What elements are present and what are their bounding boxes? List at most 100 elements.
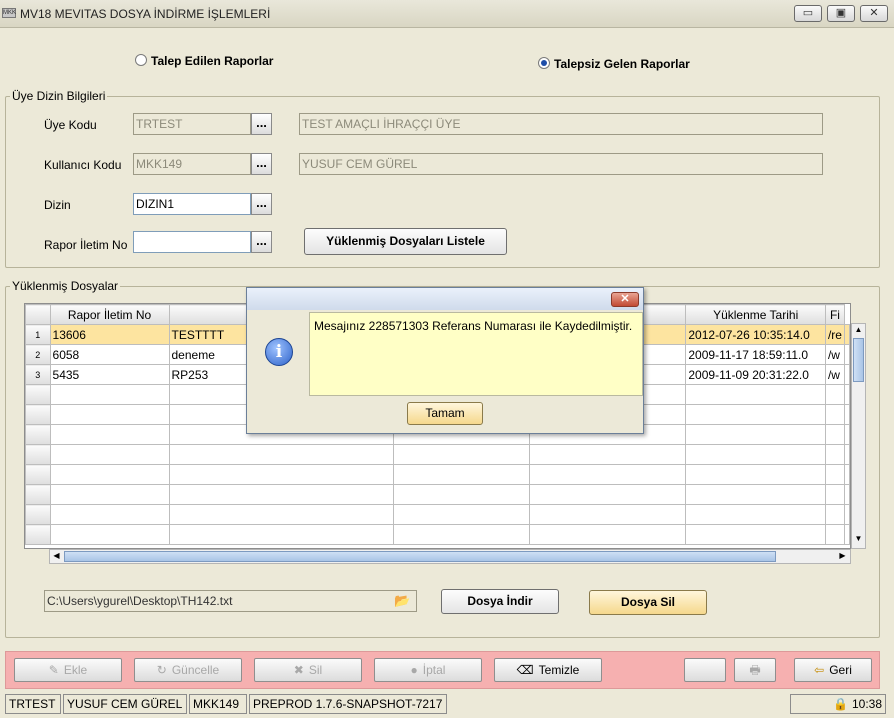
table-cell[interactable] bbox=[49, 424, 170, 445]
member-code-label: Üye Kodu bbox=[44, 118, 97, 132]
table-cell[interactable]: 2012-07-26 10:35:14.0 bbox=[685, 324, 826, 345]
table-cell[interactable] bbox=[685, 484, 826, 505]
table-cell[interactable] bbox=[844, 424, 850, 445]
empty-table-row[interactable] bbox=[25, 484, 850, 505]
table-cell[interactable] bbox=[528, 484, 687, 505]
table-cell[interactable] bbox=[824, 424, 846, 445]
scroll-up-icon[interactable]: ▲ bbox=[853, 325, 864, 337]
report-id-input[interactable] bbox=[133, 231, 251, 253]
table-cell[interactable] bbox=[844, 524, 850, 545]
table-cell[interactable] bbox=[49, 404, 170, 425]
user-name-field: YUSUF CEM GÜREL bbox=[299, 153, 823, 175]
print-button[interactable]: 🖶 bbox=[734, 658, 776, 682]
download-file-button[interactable]: Dosya İndir bbox=[441, 589, 559, 614]
table-cell[interactable] bbox=[824, 444, 846, 465]
column-header-file[interactable]: Fi bbox=[824, 304, 846, 325]
table-cell[interactable] bbox=[168, 504, 394, 525]
table-cell[interactable] bbox=[685, 424, 826, 445]
dialog-ok-button[interactable]: Tamam bbox=[407, 402, 483, 425]
folder-icon[interactable]: 📂 bbox=[394, 593, 410, 609]
table-cell[interactable] bbox=[49, 484, 170, 505]
column-header-report-id[interactable]: Rapor İletim No bbox=[49, 304, 170, 325]
directory-lookup-button[interactable]: ... bbox=[251, 193, 272, 215]
empty-table-row[interactable] bbox=[25, 464, 850, 485]
radio-unrequested-reports[interactable] bbox=[538, 57, 550, 69]
delete-button[interactable]: ✖ Sil bbox=[254, 658, 362, 682]
table-cell[interactable] bbox=[844, 444, 850, 465]
radio-requested-reports[interactable] bbox=[135, 54, 147, 66]
clear-button[interactable]: ⌫ Temizle bbox=[494, 658, 602, 682]
table-cell[interactable] bbox=[844, 464, 850, 485]
table-cell[interactable] bbox=[685, 524, 826, 545]
horizontal-scroll-thumb[interactable] bbox=[64, 551, 776, 562]
table-cell[interactable] bbox=[528, 444, 687, 465]
empty-toolbar-button[interactable] bbox=[684, 658, 726, 682]
table-cell[interactable] bbox=[844, 384, 850, 405]
add-button[interactable]: ✎ Ekle bbox=[14, 658, 122, 682]
table-cell[interactable] bbox=[844, 484, 850, 505]
table-cell[interactable] bbox=[49, 444, 170, 465]
table-cell[interactable] bbox=[824, 384, 846, 405]
user-lookup-button[interactable]: ... bbox=[251, 153, 272, 175]
empty-table-row[interactable] bbox=[25, 444, 850, 465]
report-id-lookup-button[interactable]: ... bbox=[251, 231, 272, 253]
empty-table-row[interactable] bbox=[25, 504, 850, 525]
table-cell[interactable]: /w bbox=[824, 344, 846, 365]
table-cell[interactable] bbox=[685, 464, 826, 485]
table-cell[interactable] bbox=[168, 464, 394, 485]
delete-file-button[interactable]: Dosya Sil bbox=[589, 590, 707, 615]
table-cell[interactable] bbox=[392, 444, 530, 465]
empty-table-row[interactable] bbox=[25, 524, 850, 545]
table-cell[interactable] bbox=[844, 504, 850, 525]
table-cell[interactable] bbox=[392, 524, 530, 545]
back-button[interactable]: ⇦ Geri bbox=[794, 658, 872, 682]
table-cell[interactable] bbox=[168, 484, 394, 505]
maximize-button[interactable]: ▣ bbox=[827, 5, 855, 22]
table-cell[interactable]: 13606 bbox=[49, 324, 170, 345]
table-cell[interactable]: 6058 bbox=[49, 344, 170, 365]
table-cell[interactable] bbox=[392, 504, 530, 525]
close-button[interactable]: ✕ bbox=[860, 5, 888, 22]
table-cell[interactable] bbox=[168, 444, 394, 465]
update-button[interactable]: ↻ Güncelle bbox=[134, 658, 242, 682]
table-vertical-scrollbar[interactable]: ▲ ▼ bbox=[851, 323, 866, 549]
table-cell[interactable] bbox=[528, 464, 687, 485]
member-lookup-button[interactable]: ... bbox=[251, 113, 272, 135]
table-cell[interactable] bbox=[824, 524, 846, 545]
table-cell[interactable] bbox=[824, 504, 846, 525]
list-uploaded-files-button[interactable]: Yüklenmiş Dosyaları Listele bbox=[304, 228, 507, 255]
table-cell[interactable] bbox=[392, 484, 530, 505]
table-cell[interactable]: /re bbox=[824, 324, 846, 345]
table-cell[interactable] bbox=[168, 524, 394, 545]
scroll-right-icon[interactable]: ▶ bbox=[837, 551, 848, 562]
table-cell[interactable]: 2009-11-17 18:59:11.0 bbox=[685, 344, 826, 365]
table-cell[interactable] bbox=[49, 524, 170, 545]
vertical-scroll-thumb[interactable] bbox=[853, 338, 864, 382]
table-cell[interactable] bbox=[49, 504, 170, 525]
table-cell[interactable] bbox=[824, 464, 846, 485]
table-horizontal-scrollbar[interactable]: ◀ ▶ bbox=[49, 549, 851, 564]
scroll-left-icon[interactable]: ◀ bbox=[51, 551, 62, 562]
cancel-button[interactable]: ● İptal bbox=[374, 658, 482, 682]
table-cell[interactable] bbox=[824, 484, 846, 505]
table-cell[interactable] bbox=[844, 404, 850, 425]
table-cell[interactable] bbox=[685, 504, 826, 525]
table-cell[interactable]: /w bbox=[824, 364, 846, 385]
minimize-button[interactable]: ▭ bbox=[794, 5, 822, 22]
scroll-down-icon[interactable]: ▼ bbox=[853, 534, 864, 546]
table-cell[interactable] bbox=[392, 464, 530, 485]
directory-input[interactable]: DIZIN1 bbox=[133, 193, 251, 215]
table-cell[interactable] bbox=[685, 404, 826, 425]
table-cell[interactable] bbox=[685, 444, 826, 465]
table-cell[interactable] bbox=[528, 524, 687, 545]
table-cell[interactable] bbox=[528, 504, 687, 525]
column-header-upload-date[interactable]: Yüklenme Tarihi bbox=[685, 304, 826, 325]
table-cell[interactable] bbox=[49, 384, 170, 405]
dialog-close-button[interactable]: ✕ bbox=[611, 292, 639, 307]
table-cell[interactable] bbox=[824, 404, 846, 425]
table-cell[interactable] bbox=[685, 384, 826, 405]
table-cell[interactable]: 2009-11-09 20:31:22.0 bbox=[685, 364, 826, 385]
table-cell[interactable] bbox=[49, 464, 170, 485]
table-cell[interactable]: 5435 bbox=[49, 364, 170, 385]
file-path-field[interactable]: C:\Users\ygurel\Desktop\TH142.txt bbox=[44, 590, 417, 612]
